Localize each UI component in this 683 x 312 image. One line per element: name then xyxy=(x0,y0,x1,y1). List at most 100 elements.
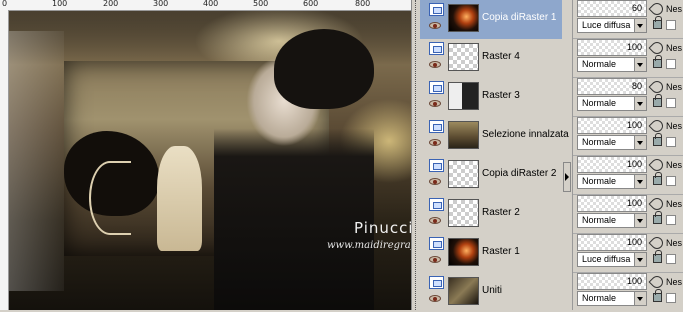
layer-name: Raster 3 xyxy=(482,90,520,101)
layer-properties-row: 100 Normale Nes xyxy=(573,39,683,78)
layer-row[interactable]: Selezione innalzata xyxy=(420,117,569,156)
brush-icon[interactable] xyxy=(648,234,666,252)
layer-row[interactable]: Uniti xyxy=(420,273,562,312)
blend-mode-select[interactable]: Normale xyxy=(577,213,647,228)
lock-icon[interactable] xyxy=(653,172,662,185)
layer-name: Copia diRaster 1 xyxy=(482,12,557,23)
lock-icon[interactable] xyxy=(653,133,662,146)
mask-label: Nes xyxy=(666,160,683,170)
eye-icon[interactable] xyxy=(429,295,441,302)
lock-icon[interactable] xyxy=(653,289,662,302)
blend-mode-select[interactable]: Normale xyxy=(577,135,647,150)
blend-mode-value: Normale xyxy=(582,137,617,147)
chevron-down-icon[interactable] xyxy=(634,136,646,149)
opacity-value: 100 xyxy=(626,237,642,247)
chevron-down-icon[interactable] xyxy=(634,253,646,266)
opacity-value: 100 xyxy=(626,198,642,208)
archer-figure xyxy=(157,146,202,251)
expand-arrow-button[interactable] xyxy=(563,162,571,192)
layer-row[interactable]: Raster 3 xyxy=(420,78,562,117)
layer-name: Selezione innalzata xyxy=(482,129,569,140)
opacity-value: 80 xyxy=(631,81,642,91)
link-checkbox[interactable] xyxy=(666,215,676,225)
brush-icon[interactable] xyxy=(648,273,666,291)
blend-mode-value: Luce diffusa xyxy=(582,254,631,264)
layer-row[interactable]: Raster 2 xyxy=(420,195,562,234)
chevron-down-icon[interactable] xyxy=(634,175,646,188)
layer-row[interactable]: Raster 1 xyxy=(420,234,562,273)
chevron-down-icon[interactable] xyxy=(634,97,646,110)
lock-icon[interactable] xyxy=(653,211,662,224)
opacity-slider[interactable]: 100 xyxy=(577,273,647,290)
opacity-slider[interactable]: 100 xyxy=(577,117,647,134)
chevron-down-icon[interactable] xyxy=(634,19,646,32)
layer-name: Copia diRaster 2 xyxy=(482,168,557,179)
blend-mode-value: Normale xyxy=(582,59,617,69)
layer-row[interactable]: Copia diRaster 1 xyxy=(420,0,562,39)
brush-icon[interactable] xyxy=(648,195,666,213)
layer-thumbnail xyxy=(448,160,479,188)
layer-row[interactable]: Copia diRaster 2 xyxy=(420,156,562,195)
blend-mode-select[interactable]: Luce diffusa xyxy=(577,18,647,33)
blend-mode-select[interactable]: Normale xyxy=(577,57,647,72)
blend-mode-select[interactable]: Luce diffusa xyxy=(577,252,647,267)
image-canvas[interactable]: Pinuccia www.maidiregrafica.it xyxy=(9,11,411,310)
lock-icon[interactable] xyxy=(653,250,662,263)
opacity-slider[interactable]: 100 xyxy=(577,39,647,56)
chevron-down-icon[interactable] xyxy=(634,58,646,71)
lock-icon[interactable] xyxy=(653,94,662,107)
brush-icon[interactable] xyxy=(648,0,666,18)
layer-group-icon xyxy=(429,237,444,250)
link-checkbox[interactable] xyxy=(666,137,676,147)
layer-name: Raster 2 xyxy=(482,207,520,218)
watermark-title: Pinuccia xyxy=(354,219,411,237)
eye-icon[interactable] xyxy=(429,100,441,107)
eye-icon[interactable] xyxy=(429,22,441,29)
link-checkbox[interactable] xyxy=(666,59,676,69)
ruler-label: 400 xyxy=(203,0,219,8)
lock-icon[interactable] xyxy=(653,16,662,29)
eye-icon[interactable] xyxy=(429,178,441,185)
opacity-slider[interactable]: 100 xyxy=(577,234,647,251)
layer-group-icon xyxy=(429,42,444,55)
link-checkbox[interactable] xyxy=(666,176,676,186)
opacity-value: 100 xyxy=(626,42,642,52)
link-checkbox[interactable] xyxy=(666,293,676,303)
brush-icon[interactable] xyxy=(648,156,666,174)
link-checkbox[interactable] xyxy=(666,20,676,30)
mask-label: Nes xyxy=(666,238,683,248)
glass-frame-left xyxy=(9,31,64,291)
layer-group-icon xyxy=(429,3,444,16)
opacity-slider[interactable]: 60 xyxy=(577,0,647,17)
eye-icon[interactable] xyxy=(429,139,441,146)
opacity-slider[interactable]: 100 xyxy=(577,156,647,173)
blend-mode-select[interactable]: Normale xyxy=(577,96,647,111)
opacity-value: 100 xyxy=(626,159,642,169)
mask-label: Nes xyxy=(666,43,683,53)
eye-icon[interactable] xyxy=(429,217,441,224)
blend-mode-value: Normale xyxy=(582,293,617,303)
opacity-slider[interactable]: 80 xyxy=(577,78,647,95)
ruler-label: 100 xyxy=(52,0,68,8)
eye-icon[interactable] xyxy=(429,256,441,263)
opacity-slider[interactable]: 100 xyxy=(577,195,647,212)
link-checkbox[interactable] xyxy=(666,254,676,264)
layer-properties-row: 100 Luce diffusa Nes xyxy=(573,234,683,273)
layer-row[interactable]: Raster 4 xyxy=(420,39,562,78)
blend-mode-select[interactable]: Normale xyxy=(577,291,647,306)
blend-mode-select[interactable]: Normale xyxy=(577,174,647,189)
vertical-ruler xyxy=(0,10,9,310)
watermark-url: www.maidiregrafica.it xyxy=(327,240,411,251)
brush-icon[interactable] xyxy=(648,117,666,135)
blend-mode-value: Normale xyxy=(582,176,617,186)
eye-icon[interactable] xyxy=(429,61,441,68)
ruler-label: 200 xyxy=(103,0,119,8)
layer-properties-row: 100 Normale Nes xyxy=(573,156,683,195)
brush-icon[interactable] xyxy=(648,39,666,57)
chevron-down-icon[interactable] xyxy=(634,214,646,227)
lock-icon[interactable] xyxy=(653,55,662,68)
blend-mode-value: Luce diffusa xyxy=(582,20,631,30)
link-checkbox[interactable] xyxy=(666,98,676,108)
chevron-down-icon[interactable] xyxy=(634,292,646,305)
brush-icon[interactable] xyxy=(648,78,666,96)
